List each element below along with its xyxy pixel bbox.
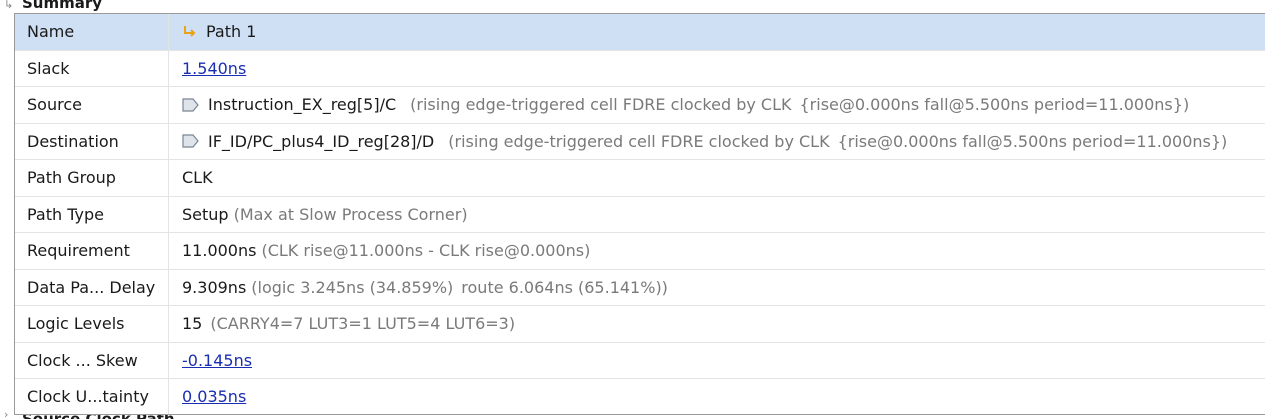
data-path-delay-logic: (logic 3.245ns (34.859%): [251, 277, 454, 297]
row-value: 1.540ns: [169, 51, 1265, 87]
collapse-chevron-icon[interactable]: ↳: [4, 0, 13, 11]
requirement-value: 11.000ns: [182, 241, 257, 261]
table-row-slack[interactable]: Slack 1.540ns: [15, 50, 1265, 87]
row-label: Name: [15, 14, 169, 50]
data-path-delay-value: 9.309ns: [182, 277, 247, 297]
requirement-detail: (CLK rise@11.000ns - CLK rise@0.000ns): [261, 241, 591, 261]
logic-levels-detail: (CARRY4=7 LUT3=1 LUT5=4 LUT6=3): [210, 314, 516, 334]
source-pin[interactable]: Instruction_EX_reg[5]/C: [208, 95, 396, 114]
row-value: 9.309ns (logic 3.245ns (34.859%) route 6…: [169, 270, 1265, 306]
table-row-clock-uncertainty[interactable]: Clock U...tainty 0.035ns: [15, 379, 1265, 414]
path-icon: [182, 24, 198, 40]
row-value: -0.145ns: [169, 343, 1265, 379]
row-label: Path Group: [15, 160, 169, 196]
destination-detail: (rising edge-triggered cell FDRE clocked…: [448, 131, 830, 151]
row-value: Instruction_EX_reg[5]/C (rising edge-tri…: [169, 87, 1265, 123]
table-row-logic-levels[interactable]: Logic Levels 15 (CARRY4=7 LUT3=1 LUT5=4 …: [15, 306, 1265, 343]
row-value: 0.035ns: [169, 379, 1265, 414]
table-row-requirement[interactable]: Requirement 11.000ns (CLK rise@11.000ns …: [15, 233, 1265, 270]
table-row-destination[interactable]: Destination IF_ID/PC_plus4_ID_reg[28]/D …: [15, 123, 1265, 160]
row-value: Setup (Max at Slow Process Corner): [169, 197, 1265, 233]
path-type-detail: (Max at Slow Process Corner): [233, 204, 468, 224]
path-type-value: Setup: [182, 204, 229, 224]
row-label: Clock U...tainty: [15, 379, 169, 414]
timing-path-properties-view: ↳ Summary › Source Clock Path Name Path …: [0, 0, 1265, 419]
table-row-path-type[interactable]: Path Type Setup (Max at Slow Process Cor…: [15, 196, 1265, 233]
row-value: 11.000ns (CLK rise@11.000ns - CLK rise@0…: [169, 233, 1265, 269]
clock-uncertainty-link[interactable]: 0.035ns: [182, 387, 246, 406]
row-value: IF_ID/PC_plus4_ID_reg[28]/D (rising edge…: [169, 124, 1265, 160]
slack-link[interactable]: 1.540ns: [182, 59, 246, 78]
destination-clock-detail: {rise@0.000ns fall@5.500ns period=11.000…: [837, 131, 1228, 151]
row-value: CLK: [169, 160, 1265, 196]
summary-properties-table: Name Path 1 Slack 1.540ns Source Instruc…: [14, 13, 1265, 415]
summary-section-header[interactable]: Summary: [22, 0, 102, 12]
table-row-source[interactable]: Source Instruction_EX_reg[5]/C (rising e…: [15, 87, 1265, 124]
table-row-data-path-delay[interactable]: Data Pa... Delay 9.309ns (logic 3.245ns …: [15, 269, 1265, 306]
expand-chevron-icon[interactable]: ›: [4, 408, 8, 419]
logic-levels-value: 15: [182, 314, 203, 334]
destination-pin[interactable]: IF_ID/PC_plus4_ID_reg[28]/D: [208, 132, 434, 151]
table-row-path-group[interactable]: Path Group CLK: [15, 160, 1265, 197]
row-value: Path 1: [169, 14, 1265, 50]
path-name: Path 1: [206, 22, 257, 42]
row-label: Logic Levels: [15, 306, 169, 342]
cell-pin-icon: [182, 133, 200, 149]
row-label: Data Pa... Delay: [15, 269, 169, 305]
path-group-value: CLK: [182, 168, 213, 188]
row-label: Path Type: [15, 196, 169, 232]
row-value: 15 (CARRY4=7 LUT3=1 LUT5=4 LUT6=3): [169, 306, 1265, 342]
source-detail: (rising edge-triggered cell FDRE clocked…: [410, 95, 792, 115]
table-row-name[interactable]: Name Path 1: [15, 14, 1265, 51]
row-label: Source: [15, 87, 169, 123]
clock-skew-link[interactable]: -0.145ns: [182, 351, 252, 370]
table-row-clock-skew[interactable]: Clock ... Skew -0.145ns: [15, 342, 1265, 379]
source-clock-detail: {rise@0.000ns fall@5.500ns period=11.000…: [799, 95, 1190, 115]
row-label: Clock ... Skew: [15, 342, 169, 378]
cell-pin-icon: [182, 97, 200, 113]
row-label: Slack: [15, 50, 169, 86]
data-path-delay-route: route 6.064ns (65.141%)): [461, 277, 668, 297]
row-label: Destination: [15, 123, 169, 159]
row-label: Requirement: [15, 233, 169, 269]
